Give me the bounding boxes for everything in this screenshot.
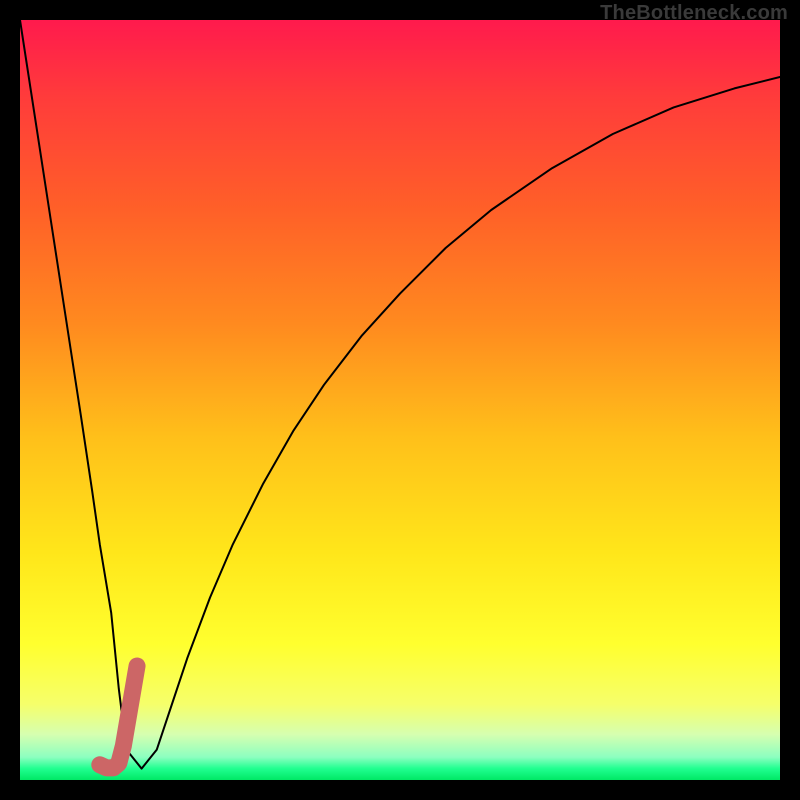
curve-layer: [20, 20, 780, 780]
chart-frame: TheBottleneck.com: [0, 0, 800, 800]
plot-area: [20, 20, 780, 780]
v-curve-path: [20, 20, 780, 769]
watermark-text: TheBottleneck.com: [600, 2, 788, 25]
